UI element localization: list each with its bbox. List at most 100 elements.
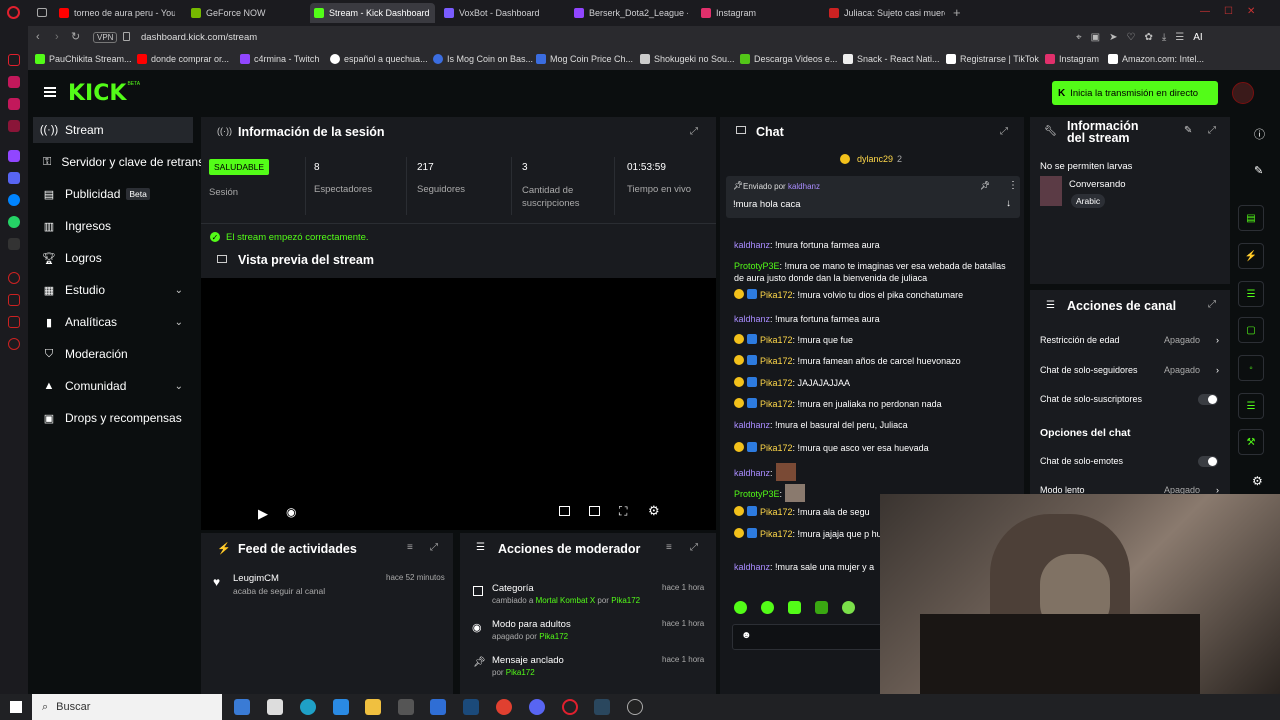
toolbar-icons[interactable]: ⌖ ▣ ➤ ♡ ✿ ⤓ ☰ AI <box>1076 32 1203 43</box>
expand-icon[interactable]: ⤢ <box>1000 126 1008 137</box>
chat-username[interactable]: kaldhanz <box>734 420 770 430</box>
tab-twitch[interactable]: Berserk_Dota2_League - T <box>570 3 688 23</box>
steam-icon[interactable] <box>463 699 479 715</box>
age-restriction-row[interactable]: Restricción de edad Apagado › <box>1040 335 1222 345</box>
task-view-icon[interactable] <box>267 699 283 715</box>
unpin-icon[interactable]: 📌︎ <box>980 181 990 190</box>
tab-youtube[interactable]: torneo de aura peru - YouTube <box>55 3 175 23</box>
new-tab-button[interactable]: + <box>953 5 961 20</box>
opera-logo-icon[interactable] <box>7 6 20 19</box>
chat-username[interactable]: Pika172 <box>760 399 793 409</box>
bookmark[interactable]: Is Mog Coin on Bas... <box>433 54 533 64</box>
chat-username[interactable]: kaldhanz <box>734 468 770 478</box>
emoji-picker-icon[interactable]: ☻ <box>741 630 752 641</box>
download-icon[interactable]: ⤓ <box>1162 32 1166 43</box>
more-options-icon[interactable]: ⋮ <box>1008 180 1018 191</box>
settings-sidebar-icon[interactable] <box>8 338 20 350</box>
edit-icon[interactable]: ✎ <box>1184 125 1192 136</box>
sidebar-item-stream[interactable]: ((·)) Stream <box>33 117 193 143</box>
theater-icon[interactable] <box>589 506 600 516</box>
chrome-icon[interactable] <box>496 699 512 715</box>
downloads-sidebar-icon[interactable] <box>8 316 20 328</box>
user-avatar[interactable] <box>1232 82 1254 104</box>
discord-icon[interactable] <box>529 699 545 715</box>
chat-username[interactable]: Pika172 <box>760 290 793 300</box>
bookmark[interactable]: PauChikita Stream... <box>35 54 132 64</box>
explorer-icon[interactable] <box>365 699 381 715</box>
bookmark[interactable]: Instagram <box>1045 54 1099 64</box>
ai-icon[interactable]: AI <box>1193 32 1202 43</box>
x-sidebar-icon[interactable] <box>8 238 20 250</box>
tab-instagram[interactable]: Instagram <box>697 3 817 23</box>
reload-icon[interactable]: ↻ <box>71 30 80 43</box>
pencil-icon[interactable]: ✎ <box>1254 164 1263 177</box>
chat-username[interactable]: Pika172 <box>760 356 793 366</box>
go-live-button[interactable]: K Inicia la transmisión en directo <box>1052 81 1218 105</box>
url-field[interactable]: dashboard.kick.com/stream <box>141 32 257 43</box>
chat-username[interactable]: kaldhanz <box>734 240 770 250</box>
rail-broadcast-icon[interactable]: ◦ <box>1238 355 1264 381</box>
collapse-icon[interactable]: ↓ <box>1006 198 1011 209</box>
tiktok-sidebar-icon[interactable] <box>8 98 20 110</box>
expand-icon[interactable]: ⤢ <box>690 542 698 553</box>
bookmark[interactable]: Amazon.com: Intel... <box>1108 54 1204 64</box>
chat-username[interactable]: Pika172 <box>760 443 793 453</box>
sidebar-item-analytics[interactable]: ▮ Analíticas ⌄ <box>33 309 193 335</box>
hamburger-menu-icon[interactable] <box>44 87 56 97</box>
windows-start-icon[interactable] <box>10 701 22 713</box>
kick-logo[interactable]: KICK BETA <box>68 81 140 106</box>
rail-settings-icon[interactable]: ⚙ <box>1252 474 1263 488</box>
extensions-icon[interactable]: ✿ <box>1144 32 1152 43</box>
expand-icon[interactable]: ⤢ <box>1208 299 1216 310</box>
settings-gear-icon[interactable]: ⚙ <box>648 503 660 519</box>
followers-only-row[interactable]: Chat de solo-seguidores Apagado › <box>1040 365 1222 375</box>
pip-icon[interactable] <box>559 506 570 516</box>
chat-username[interactable]: Pika172 <box>760 507 793 517</box>
vpn-badge[interactable]: VPN <box>93 32 118 43</box>
back-icon[interactable]: ‹ <box>36 31 40 43</box>
expand-icon[interactable]: ⤢ <box>1208 125 1216 136</box>
rail-chat-icon[interactable]: ▢ <box>1238 317 1264 343</box>
subs-only-toggle[interactable] <box>1198 394 1218 405</box>
fullscreen-icon[interactable]: ⛶ <box>619 504 627 519</box>
sidebar-item-studio[interactable]: ▦ Estudio ⌄ <box>33 277 193 303</box>
twitch-sidebar-icon[interactable] <box>8 150 20 162</box>
bookmark[interactable]: Snack - React Nati... <box>843 54 940 64</box>
bookmark[interactable]: Shokugeki no Sou... <box>640 54 735 64</box>
sidebar-item-drops[interactable]: ▣ Drops y recompensas <box>33 405 208 431</box>
music-icon[interactable] <box>8 120 20 132</box>
bookmark[interactable]: c4rmina - Twitch <box>240 54 319 64</box>
filter-icon[interactable]: ≡ <box>666 542 672 553</box>
rail-list-icon[interactable]: ☰ <box>1238 281 1264 307</box>
info-icon[interactable]: ⓘ <box>1254 126 1265 142</box>
sidebar-item-server-key[interactable]: ⚿Servidor y clave de retransmisión <box>33 149 203 175</box>
window-controls[interactable]: — ☐ ✕ <box>1200 6 1275 18</box>
whatsapp-sidebar-icon[interactable] <box>8 216 20 228</box>
tab-list-icon[interactable] <box>37 8 47 17</box>
taskbar-search[interactable]: ⌕ Buscar <box>32 694 222 720</box>
emote-icon[interactable] <box>761 601 774 614</box>
bookmark[interactable]: Registrarse | TikTok <box>946 54 1039 64</box>
tab-juliaca[interactable]: Juliaca: Sujeto casi muere <box>825 3 945 23</box>
store-icon[interactable] <box>430 699 446 715</box>
chat-input[interactable]: ☻ <box>732 624 892 650</box>
expand-icon[interactable]: ⤢ <box>430 542 438 553</box>
heart-icon[interactable]: ♡ <box>1126 32 1135 43</box>
sidebar-item-community[interactable]: ▲ Comunidad ⌄ <box>33 373 193 399</box>
rail-actions-icon[interactable]: ☰ <box>1238 393 1264 419</box>
minimize-icon[interactable]: — <box>1200 6 1210 18</box>
rail-lightning-icon[interactable]: ⚡ <box>1238 243 1264 269</box>
bookmark[interactable]: Descarga Videos e... <box>740 54 837 64</box>
emote-icon[interactable] <box>815 601 828 614</box>
chat-username[interactable]: PrototyP3E <box>734 261 780 271</box>
tab-kick-dashboard[interactable]: Stream - Kick Dashboard <box>310 3 435 23</box>
rail-wrench-icon[interactable]: ⚒ <box>1238 429 1264 455</box>
maximize-icon[interactable]: ☐ <box>1224 6 1233 18</box>
video-player[interactable] <box>201 278 716 530</box>
play-icon[interactable]: ▶ <box>258 506 268 522</box>
expand-icon[interactable]: ⤢ <box>690 126 698 137</box>
chat-username[interactable]: Pika172 <box>760 335 793 345</box>
app-icon[interactable] <box>398 699 414 715</box>
send-icon[interactable]: ➤ <box>1109 32 1117 43</box>
emote-icon[interactable] <box>734 601 747 614</box>
